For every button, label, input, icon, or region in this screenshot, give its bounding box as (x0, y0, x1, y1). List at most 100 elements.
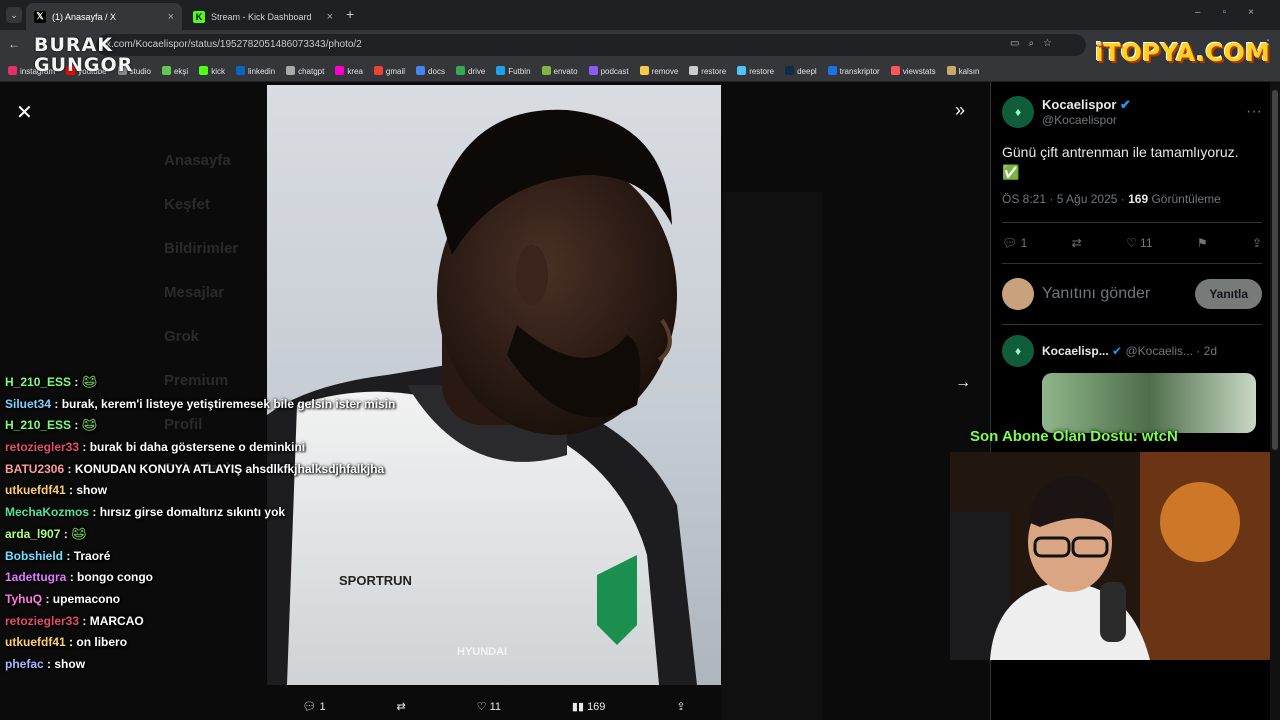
chat-separator: : (42, 591, 53, 606)
tweet-meta: ÖS 8:21 · 5 Ağu 2025 · 169 Görüntüleme (1002, 192, 1262, 206)
chat-username[interactable]: H_210_ESS (5, 418, 71, 432)
bib-sponsor-text: HYUNDAI (457, 646, 507, 658)
next-tweet-media[interactable] (1042, 373, 1256, 433)
bookmark-label: restore (749, 66, 775, 76)
my-avatar (1002, 278, 1034, 310)
avatar: ♦ (1002, 335, 1034, 367)
like-button[interactable]: ♡ 11 (1126, 236, 1153, 250)
new-tab-button[interactable]: + (346, 6, 354, 22)
tab-kick-dashboard[interactable]: K Stream - Kick Dashboard × (185, 3, 341, 30)
sponsor-logo: iTOPYA.COM (1095, 38, 1270, 67)
reply-button[interactable]: 💬︎ 1 (1002, 236, 1027, 250)
chat-username[interactable]: H_210_ESS (5, 375, 71, 389)
bookmark-label: kick (211, 66, 225, 76)
share-icon[interactable]: ⇪ (676, 700, 685, 713)
chat-separator: : (60, 526, 72, 541)
tweet-time[interactable]: ÖS 8:21 · 5 Ağu 2025 · (1002, 192, 1128, 206)
chat-username[interactable]: utkuefdf41 (5, 483, 66, 497)
like-button[interactable]: ♡ 11 (477, 700, 501, 713)
bookmark-item[interactable]: restore (737, 65, 775, 76)
back-icon[interactable]: ← (8, 37, 20, 51)
close-viewer-icon[interactable]: ✕ (16, 100, 33, 125)
chat-username[interactable]: arda_l907 (5, 527, 60, 541)
chat-username[interactable]: 1adettugra (5, 570, 66, 584)
chat-message: utkuefdf41 : show (0, 480, 420, 502)
bookmark-item[interactable]: remove (639, 65, 679, 76)
close-tab-icon[interactable]: × (327, 11, 333, 23)
verified-badge-icon: ✔ (1112, 344, 1123, 358)
bookmark-item[interactable]: gmail (373, 65, 405, 76)
bookmark-label: viewstats (902, 66, 936, 76)
bookmark-label: docs (428, 66, 445, 76)
emote-icon: 🐸︎ (81, 418, 97, 433)
next-tweet[interactable]: ♦ Kocaelisp... ✔ @Kocaelis... · 2d (1002, 324, 1262, 367)
chat-username[interactable]: BATU2306 (5, 462, 64, 476)
bookmark-item[interactable]: krea (335, 65, 363, 76)
bookmark-item[interactable]: deepl (785, 65, 817, 76)
chat-message: H_210_ESS : 🐸︎ (0, 372, 420, 394)
view-count: 169 (587, 700, 606, 713)
emote-icon: 🐸︎ (81, 375, 97, 389)
chat-username[interactable]: utkuefdf41 (5, 635, 66, 649)
chat-username[interactable]: Bobshield (5, 549, 63, 563)
tab-x-home[interactable]: 𝕏 (1) Anasayfa / X × (26, 3, 182, 30)
photo-actions: 💬︎ 1 ⇄ ♡ 11 ▮▮ 169 ⇪ (267, 692, 721, 720)
tweet-author-handle[interactable]: @Kocaelispor (1042, 113, 1131, 127)
x-logo-icon: 𝕏 (34, 10, 46, 23)
scrollbar[interactable] (1270, 82, 1280, 720)
chat-separator: : (43, 656, 55, 671)
tab-search-button[interactable]: ⌄ (6, 7, 22, 23)
bookmark-item[interactable]: envato (541, 65, 578, 76)
repost-button[interactable]: ⇄ (1072, 236, 1082, 250)
bookmark-item[interactable]: podcast (588, 65, 629, 76)
reply-button[interactable]: Yanıtla (1195, 279, 1262, 309)
tweet-author-name[interactable]: Kocaelispor (1042, 97, 1116, 112)
chat-username[interactable]: retoziegler33 (5, 440, 79, 454)
bookmark-item[interactable]: Futbin (496, 65, 531, 76)
chat-username[interactable]: phefac (5, 657, 44, 671)
bookmark-icon[interactable]: ⚑ (1197, 236, 1208, 250)
background-nav-item: Bildirimler (164, 240, 239, 257)
bookmark-item[interactable]: chatgpt (286, 65, 324, 76)
bookmark-item[interactable]: linkedin (235, 65, 275, 76)
bookmark-favicon-icon (496, 65, 506, 75)
avatar[interactable]: ♦ (1002, 96, 1034, 128)
bookmark-item[interactable]: transkriptor (827, 65, 880, 76)
share-icon[interactable]: ⇪ (1252, 236, 1262, 250)
chat-username[interactable]: TyhuQ (5, 592, 42, 606)
bookmark-item[interactable]: kalsın (946, 65, 980, 76)
url-input[interactable]: x.com/Kocaelispor/status/195278205148607… (96, 34, 1086, 56)
chat-message: retoziegler33 : MARCAO (0, 611, 420, 633)
tweet-text: Günü çift antrenman ile tamamlıyoruz. ✅ (1002, 144, 1239, 180)
views-button[interactable]: ▮▮ 169 (572, 700, 606, 713)
chat-message: H_210_ESS : 🐸︎ (0, 415, 420, 437)
stream-chat-overlay: H_210_ESS : 🐸︎ Siluet34 : burak, kerem'i … (0, 372, 420, 676)
bookmark-favicon-icon (588, 65, 598, 75)
next-tweet-author: Kocaelisp... (1042, 344, 1109, 358)
repost-button[interactable]: ⇄ (397, 700, 406, 713)
reply-input[interactable]: Yanıtını gönder (1042, 285, 1187, 303)
bookmark-item[interactable]: viewstats (890, 65, 936, 76)
bookmark-item[interactable]: restore (689, 65, 726, 76)
bookmark-favicon-icon (8, 65, 17, 75)
bookmark-item[interactable]: ekşi (161, 65, 188, 76)
chat-text: hırsız girse domaltırız sıkıntı yok (99, 505, 286, 520)
club-crest-icon: ♦ (1014, 344, 1022, 358)
bookmark-label: remove (651, 66, 679, 76)
bookmark-favicon-icon (161, 65, 171, 75)
bookmark-item[interactable]: docs (416, 65, 445, 76)
chat-username[interactable]: MechaKozmos (5, 505, 89, 519)
chat-username[interactable]: retoziegler33 (5, 614, 79, 628)
reply-button[interactable]: 💬︎ 1 (302, 700, 325, 713)
collapse-panel-icon[interactable]: » (955, 100, 965, 121)
bookmark-favicon-icon (286, 65, 296, 75)
toolbar-icons[interactable]: ▭⌕☆ (1010, 38, 1061, 49)
close-tab-icon[interactable]: × (168, 11, 174, 23)
bookmark-item[interactable]: drive (455, 65, 485, 76)
bookmark-item[interactable]: kick (199, 65, 225, 76)
bookmark-label: envato (553, 66, 578, 76)
chat-username[interactable]: Siluet34 (5, 397, 51, 411)
more-options-icon[interactable]: ··· (1246, 103, 1262, 121)
prev-photo-icon[interactable]: → (955, 374, 971, 392)
tweet-action-bar: 💬︎ 1 ⇄ ♡ 11 ⚑ ⇪ (1002, 222, 1262, 264)
